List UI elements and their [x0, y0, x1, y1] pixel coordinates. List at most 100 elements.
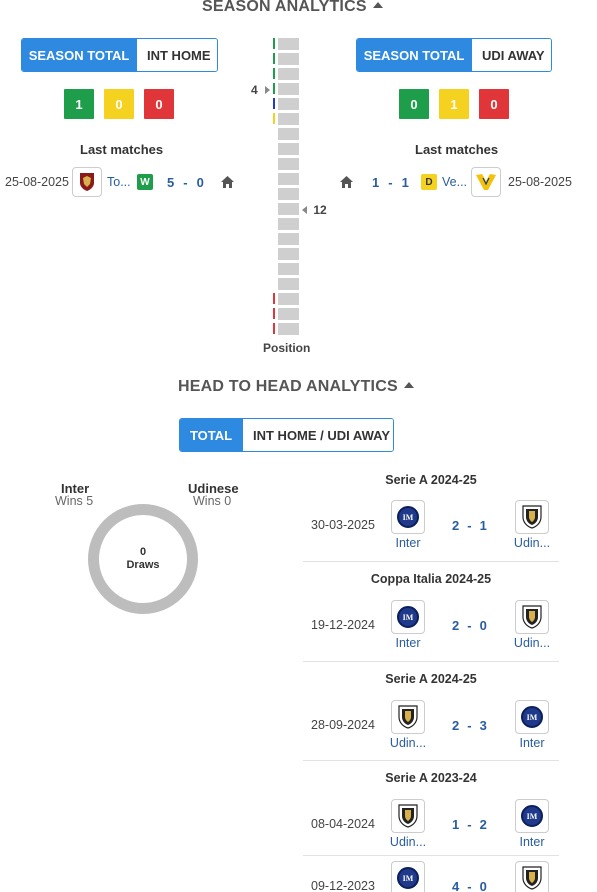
h2h-match-date: 19-12-2024: [311, 618, 375, 632]
verona-logo[interactable]: [471, 167, 501, 197]
h2h-away-team[interactable]: Udin...: [508, 536, 556, 550]
ladder-position-5: [278, 98, 299, 110]
h2h-match-date: 08-04-2024: [311, 817, 375, 831]
ladder-position-20: [278, 323, 299, 335]
h2h-match-score[interactable]: 2-0: [452, 618, 488, 633]
ladder-marker-uecl: [273, 113, 275, 124]
ladder-home-position-value: 4: [251, 83, 258, 97]
home-int-home-tab[interactable]: INT HOME: [136, 39, 217, 71]
ladder-position-16: [278, 263, 299, 275]
ladder-away-position-value: 12: [313, 203, 327, 217]
h2h-donut-center: 0 Draws: [88, 546, 198, 572]
home-last-match-opponent[interactable]: To...: [107, 175, 131, 189]
h2h-analytics-title[interactable]: HEAD TO HEAD ANALYTICS: [178, 378, 414, 396]
h2h-match-date: 30-03-2025: [311, 518, 375, 532]
h2h-total-tab[interactable]: TOTAL: [180, 419, 242, 451]
udinese-logo[interactable]: [391, 799, 425, 833]
ladder-position-15: [278, 248, 299, 260]
udinese-logo[interactable]: [515, 861, 549, 892]
h2h-competition: Serie A 2023-24: [385, 771, 477, 785]
inter-logo[interactable]: IM: [515, 799, 549, 833]
ladder-position-11: [278, 188, 299, 200]
home-last-match-score-away: 0: [196, 175, 205, 190]
away-last-match-score-home: 1: [372, 175, 381, 190]
away-season-total-tab[interactable]: SEASON TOTAL: [357, 39, 471, 71]
udinese-logo[interactable]: [515, 500, 549, 534]
h2h-home-team[interactable]: Udin...: [388, 736, 428, 750]
h2h-away-team[interactable]: Udin...: [508, 636, 556, 650]
verona-logo-icon: [476, 174, 496, 190]
inter-logo[interactable]: IM: [515, 700, 549, 734]
inter-logo[interactable]: IM: [391, 500, 425, 534]
h2h-away-team[interactable]: Inter: [508, 736, 556, 750]
home-last-match-date: 25-08-2025: [5, 175, 69, 189]
inter-logo[interactable]: IM: [391, 861, 425, 892]
udinese-logo-icon: [522, 605, 542, 629]
ladder-position-12: [278, 203, 299, 215]
h2h-score-away: 3: [479, 718, 488, 733]
h2h-match-score[interactable]: 1-2: [452, 817, 488, 832]
ladder-marker-uel: [273, 98, 275, 109]
h2h-match-score[interactable]: 2-3: [452, 718, 488, 733]
udinese-logo-icon: [398, 705, 418, 729]
h2h-score-home: 2: [452, 618, 461, 633]
inter-logo-icon: IM: [397, 506, 419, 528]
h2h-score-away: 1: [479, 518, 488, 533]
h2h-score-home: 4: [452, 879, 461, 892]
h2h-away-team[interactable]: Inter: [508, 835, 556, 849]
away-draws-count: 1: [439, 89, 469, 119]
h2h-home-team[interactable]: Udin...: [388, 835, 428, 849]
home-last-match-result-badge: W: [137, 174, 153, 190]
inter-logo-icon: IM: [397, 606, 419, 628]
h2h-draws-label: Draws: [126, 559, 160, 571]
inter-logo-icon: IM: [397, 867, 419, 889]
inter-logo-icon: IM: [521, 805, 543, 827]
away-udi-away-tab[interactable]: UDI AWAY: [471, 39, 551, 71]
h2h-home-team[interactable]: Inter: [388, 536, 428, 550]
ladder-marker-relegation: [273, 308, 275, 319]
ladder-position-17: [278, 278, 299, 290]
h2h-analytics-title-text: HEAD TO HEAD ANALYTICS: [178, 378, 398, 395]
away-wins-count: 0: [399, 89, 429, 119]
h2h-left-wins: Wins 5: [55, 494, 94, 508]
home-last-match-score-home: 5: [167, 175, 176, 190]
torino-logo-icon: [80, 173, 94, 191]
inter-logo[interactable]: IM: [391, 600, 425, 634]
h2h-competition: Serie A 2024-25: [385, 672, 477, 686]
ladder-position-10: [278, 173, 299, 185]
h2h-draws-count: 0: [139, 546, 147, 558]
h2h-competition: Serie A 2024-25: [385, 473, 477, 487]
h2h-match-score[interactable]: 4-0: [452, 879, 488, 892]
h2h-match-date: 09-12-2023: [311, 879, 375, 892]
ladder-away-position: 12: [302, 203, 327, 217]
home-icon: [340, 175, 353, 193]
away-last-match-opponent[interactable]: Ve...: [442, 175, 467, 189]
away-last-match-score[interactable]: 1-1: [372, 175, 410, 190]
ladder-home-position: 4: [251, 83, 271, 97]
h2h-score-away: 2: [479, 817, 488, 832]
torino-logo[interactable]: [72, 167, 102, 197]
ladder-marker-ucl: [273, 38, 275, 49]
away-last-match-date: 25-08-2025: [508, 175, 572, 189]
home-last-match-score[interactable]: 5-0: [167, 175, 205, 190]
season-analytics-title-text: SEASON ANALYTICS: [202, 0, 367, 15]
h2h-home-team[interactable]: Inter: [388, 636, 428, 650]
ladder-position-19: [278, 308, 299, 320]
home-season-total-tab[interactable]: SEASON TOTAL: [22, 39, 136, 71]
h2h-score-away: 0: [479, 879, 488, 892]
h2h-home-away-tab[interactable]: INT HOME / UDI AWAY: [242, 419, 393, 451]
udinese-logo[interactable]: [515, 600, 549, 634]
h2h-score-home: 2: [452, 518, 461, 533]
h2h-toggle: TOTAL INT HOME / UDI AWAY: [179, 418, 394, 452]
h2h-score-away: 0: [479, 618, 488, 633]
h2h-match-score[interactable]: 2-1: [452, 518, 488, 533]
home-last-matches-label: Last matches: [80, 142, 164, 157]
h2h-competition: Coppa Italia 2024-25: [370, 572, 492, 586]
season-analytics-title[interactable]: SEASON ANALYTICS: [202, 0, 383, 16]
ladder-marker-ucl: [273, 53, 275, 64]
h2h-right-wins: Wins 0: [193, 494, 232, 508]
ladder-position-7: [278, 128, 299, 140]
ladder-position-1: [278, 38, 299, 50]
udinese-logo[interactable]: [391, 700, 425, 734]
ladder-position-18: [278, 293, 299, 305]
